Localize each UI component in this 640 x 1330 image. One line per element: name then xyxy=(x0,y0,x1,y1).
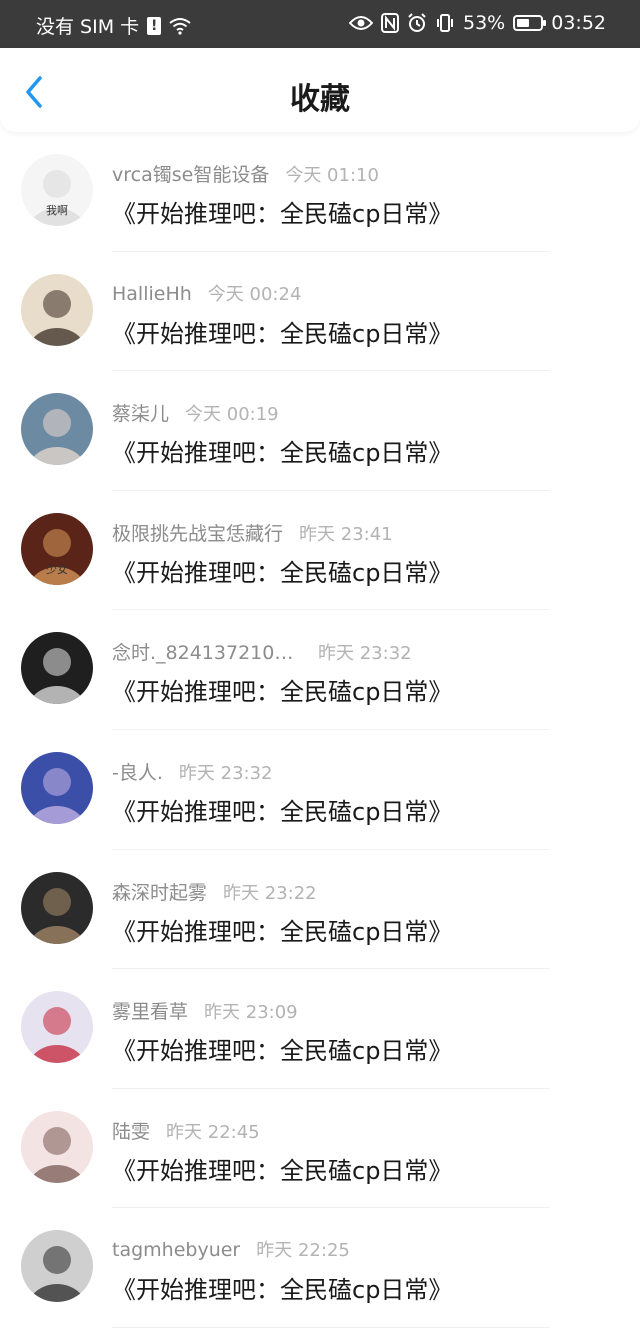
list-item[interactable]: HallieHh 今天 00:24 《开始推理吧：全民磕cp日常》 xyxy=(0,252,640,372)
username[interactable]: HallieHh xyxy=(112,283,192,305)
avatar-image xyxy=(21,751,93,824)
item-meta: -良人. 昨天 23:32 xyxy=(112,758,273,785)
item-meta: 雾里看草 昨天 23:09 xyxy=(112,997,298,1024)
item-title[interactable]: 《开始推理吧：全民磕cp日常》 xyxy=(112,314,452,349)
avatar[interactable] xyxy=(21,1230,93,1303)
wifi-icon xyxy=(169,17,191,35)
carrier-label: 没有 SIM 卡 xyxy=(36,16,140,38)
item-meta: vrca镯se智能设备 今天 01:10 xyxy=(112,160,379,187)
username[interactable]: 蔡柒儿 xyxy=(112,399,169,426)
avatar[interactable]: 少女 xyxy=(21,512,93,585)
username[interactable]: tagmhebyuer xyxy=(112,1239,240,1261)
avatar[interactable] xyxy=(21,991,93,1064)
avatar[interactable] xyxy=(21,273,93,346)
avatar-image xyxy=(21,871,93,944)
avatar[interactable] xyxy=(21,751,93,824)
username[interactable]: 极限挑先战宝恁藏行 xyxy=(112,519,283,546)
timestamp: 今天 00:19 xyxy=(185,404,279,426)
avatar-image xyxy=(21,393,93,466)
username[interactable]: 陆雯 xyxy=(112,1117,150,1144)
timestamp: 今天 01:10 xyxy=(285,165,379,186)
timestamp: 昨天 23:41 xyxy=(299,523,393,545)
avatar-image xyxy=(21,632,93,705)
sim-alert-icon: ! xyxy=(147,16,162,35)
timestamp: 昨天 22:25 xyxy=(256,1240,350,1262)
item-title[interactable]: 《开始推理吧：全民磕cp日常》 xyxy=(112,792,452,827)
item-title[interactable]: 《开始推理吧：全民磕cp日常》 xyxy=(112,672,452,707)
timestamp: 昨天 23:22 xyxy=(223,882,317,904)
item-title[interactable]: 《开始推理吧：全民磕cp日常》 xyxy=(112,1270,452,1305)
list-item[interactable]: 我啊 vrca镯se智能设备 今天 01:10 《开始推理吧：全民磕cp日常》 xyxy=(0,132,640,252)
avatar-image: 少女 xyxy=(21,512,93,585)
avatar-image: 我啊 xyxy=(21,154,93,226)
nfc-icon xyxy=(381,13,399,33)
item-title[interactable]: 《开始推理吧：全民磕cp日常》 xyxy=(112,912,452,947)
status-left: 没有 SIM 卡 ! xyxy=(36,12,191,39)
page-title: 收藏 xyxy=(290,82,350,117)
timestamp: 昨天 23:09 xyxy=(204,1002,298,1024)
avatar[interactable] xyxy=(21,393,93,466)
timestamp: 昨天 23:32 xyxy=(178,762,273,784)
avatar-label: 少女 xyxy=(46,562,68,576)
alarm-icon xyxy=(407,13,427,33)
eye-icon xyxy=(349,15,373,31)
avatar-image xyxy=(21,991,93,1064)
list-item[interactable]: 雾里看草 昨天 23:09 《开始推理吧：全民磕cp日常》 xyxy=(0,969,640,1089)
username[interactable]: -良人. xyxy=(112,758,163,785)
item-title[interactable]: 《开始推理吧：全民磕cp日常》 xyxy=(112,553,452,588)
avatar[interactable]: 我啊 xyxy=(21,154,93,226)
list-item[interactable]: 蔡柒儿 今天 00:19 《开始推理吧：全民磕cp日常》 xyxy=(0,371,640,491)
status-bar: 没有 SIM 卡 ! 53% 03:52 xyxy=(0,0,640,48)
status-right: 53% 03:52 xyxy=(349,12,606,34)
timestamp: 今天 00:24 xyxy=(207,283,302,305)
timestamp: 昨天 22:45 xyxy=(166,1121,260,1143)
clock: 03:52 xyxy=(551,12,606,34)
list-item[interactable]: 少女 极限挑先战宝恁藏行 昨天 23:41 《开始推理吧：全民磕cp日常》 xyxy=(0,491,640,611)
item-meta: 极限挑先战宝恁藏行 昨天 23:41 xyxy=(112,519,393,546)
item-meta: 蔡柒儿 今天 00:19 xyxy=(112,399,279,426)
item-title[interactable]: 《开始推理吧：全民磕cp日常》 xyxy=(112,1031,452,1066)
avatar-image xyxy=(21,1110,93,1183)
avatar[interactable] xyxy=(21,1110,93,1183)
battery-icon xyxy=(513,15,547,31)
list-item[interactable]: 念时._8241372101... 昨天 23:32 《开始推理吧：全民磕cp日… xyxy=(0,610,640,730)
list-item[interactable]: tagmhebyuer 昨天 22:25 《开始推理吧：全民磕cp日常》 xyxy=(0,1208,640,1328)
item-title[interactable]: 《开始推理吧：全民磕cp日常》 xyxy=(112,433,452,468)
battery-level xyxy=(517,19,530,27)
item-title[interactable]: 《开始推理吧：全民磕cp日常》 xyxy=(112,194,452,229)
header: 收藏 xyxy=(0,48,640,132)
item-meta: 陆雯 昨天 22:45 xyxy=(112,1117,260,1144)
item-meta: 森深时起雾 昨天 23:22 xyxy=(112,878,317,905)
username[interactable]: 雾里看草 xyxy=(112,997,188,1024)
avatar[interactable] xyxy=(21,871,93,944)
avatar[interactable] xyxy=(21,632,93,705)
list-item[interactable]: 陆雯 昨天 22:45 《开始推理吧：全民磕cp日常》 xyxy=(0,1089,640,1209)
avatar-image xyxy=(21,273,93,346)
item-meta: HallieHh 今天 00:24 xyxy=(112,280,301,306)
favorites-list: 我啊 vrca镯se智能设备 今天 01:10 《开始推理吧：全民磕cp日常》 … xyxy=(0,132,640,1328)
avatar-label: 我啊 xyxy=(46,204,68,217)
username[interactable]: vrca镯se智能设备 xyxy=(112,160,269,187)
divider xyxy=(112,1326,550,1328)
timestamp: 昨天 23:32 xyxy=(318,643,412,665)
avatar-image xyxy=(21,1230,93,1303)
item-meta: 念时._8241372101... 昨天 23:32 xyxy=(112,638,412,665)
username[interactable]: 森深时起雾 xyxy=(112,878,207,905)
list-item[interactable]: 森深时起雾 昨天 23:22 《开始推理吧：全民磕cp日常》 xyxy=(0,850,640,970)
item-title[interactable]: 《开始推理吧：全民磕cp日常》 xyxy=(112,1151,452,1186)
list-item[interactable]: -良人. 昨天 23:32 《开始推理吧：全民磕cp日常》 xyxy=(0,730,640,850)
battery-percent: 53% xyxy=(463,12,506,34)
username[interactable]: 念时._8241372101... xyxy=(112,638,302,665)
vibrate-icon xyxy=(435,13,455,33)
item-meta: tagmhebyuer 昨天 22:25 xyxy=(112,1236,350,1262)
